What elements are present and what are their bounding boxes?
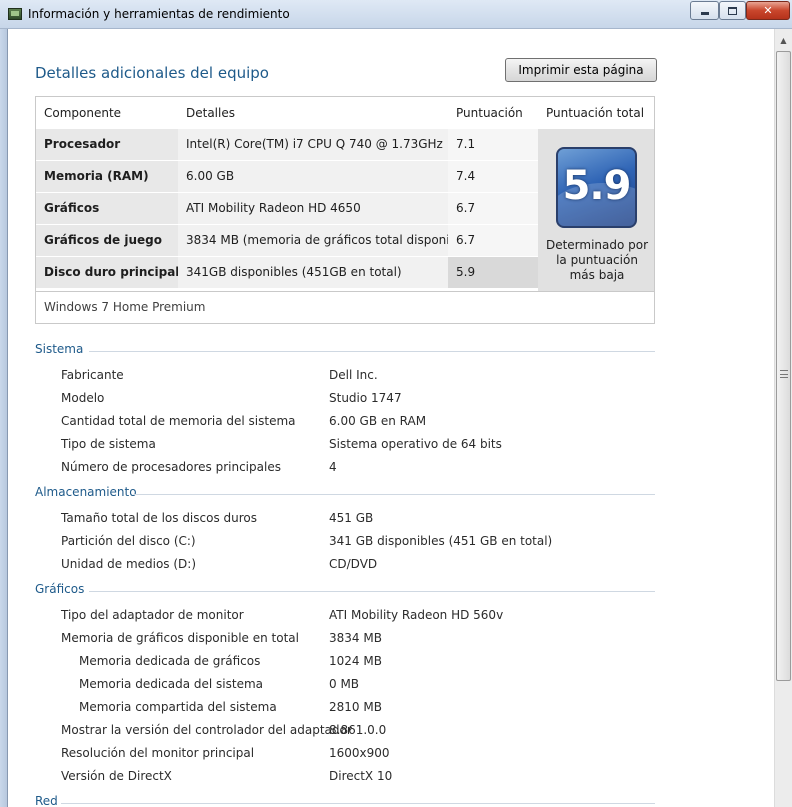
- prop-label: Unidad de medios (D:): [61, 557, 197, 571]
- close-icon: ✕: [763, 4, 773, 17]
- prop-value: Sistema operativo de 64 bits: [329, 437, 502, 451]
- prop-label: Tipo de sistema: [61, 437, 156, 451]
- prop-label-sub: Memoria dedicada de gráficos: [79, 654, 261, 668]
- maximize-button[interactable]: [719, 1, 746, 20]
- section-title-graficos: Gráficos: [35, 582, 85, 596]
- row-component: Gráficos: [44, 201, 100, 215]
- row-details: Intel(R) Core(TM) i7 CPU Q 740 @ 1.73GHz: [186, 137, 443, 151]
- row-component: Memoria (RAM): [44, 169, 149, 183]
- print-page-button[interactable]: Imprimir esta página: [505, 58, 657, 82]
- prop-label: Memoria de gráficos disponible en total: [61, 631, 299, 645]
- header-component: Componente: [44, 106, 122, 120]
- prop-label: Modelo: [61, 391, 105, 405]
- prop-label: Partición del disco (C:): [61, 534, 196, 548]
- base-score-panel: 5.9 Determinado por la puntuación más ba…: [538, 129, 654, 291]
- prop-value: 6.00 GB en RAM: [329, 414, 427, 428]
- header-score: Puntuación: [456, 106, 523, 120]
- windows-edition: Windows 7 Home Premium: [36, 291, 654, 323]
- section-title-sistema: Sistema: [35, 342, 84, 356]
- window-title: Información y herramientas de rendimient…: [28, 7, 290, 21]
- row-score-lowest: 5.9: [456, 265, 476, 279]
- section-divider: [134, 494, 655, 495]
- row-details: ATI Mobility Radeon HD 4650: [186, 201, 361, 215]
- prop-label: Mostrar la versión del controlador del a…: [61, 723, 352, 737]
- performance-app-icon: [8, 8, 22, 20]
- window-frame-left: [0, 29, 8, 807]
- base-score-note: Determinado por la puntuación más baja: [545, 238, 649, 282]
- prop-label: Resolución del monitor principal: [61, 746, 255, 760]
- prop-label-sub: Memoria dedicada del sistema: [79, 677, 264, 691]
- row-score: 6.7: [456, 201, 476, 215]
- prop-value: DirectX 10: [329, 769, 393, 783]
- row-details: 341GB disponibles (451GB en total): [186, 265, 402, 279]
- row-details: 3834 MB (memoria de gráficos total dispo…: [186, 233, 473, 247]
- minimize-button[interactable]: [690, 1, 719, 20]
- table-row: Gráficos de juego 3834 MB (memoria de gr…: [36, 225, 538, 257]
- row-component: Procesador: [44, 137, 121, 151]
- table-row: Disco duro principal 341GB disponibles (…: [36, 257, 538, 289]
- prop-value: 1024 MB: [329, 654, 382, 668]
- prop-label: Número de procesadores principales: [61, 460, 281, 474]
- prop-value: 2810 MB: [329, 700, 382, 714]
- prop-label: Versión de DirectX: [61, 769, 172, 783]
- prop-value: 3834 MB: [329, 631, 382, 645]
- table-row: Gráficos ATI Mobility Radeon HD 4650 6.7: [36, 193, 538, 225]
- row-score: 6.7: [456, 233, 476, 247]
- prop-value: 1600x900: [329, 746, 390, 760]
- maximize-icon: [728, 6, 737, 15]
- prop-value: ATI Mobility Radeon HD 560v: [329, 608, 504, 622]
- header-total-score: Puntuación total: [546, 106, 645, 120]
- title-bar[interactable]: Información y herramientas de rendimient…: [0, 0, 792, 29]
- prop-value: Dell Inc.: [329, 368, 378, 382]
- scroll-thumb[interactable]: [776, 51, 791, 681]
- row-details: 6.00 GB: [186, 169, 235, 183]
- content-area: Detalles adicionales del equipo Imprimir…: [9, 29, 774, 807]
- vertical-scrollbar[interactable]: ▲: [774, 29, 792, 807]
- prop-value: CD/DVD: [329, 557, 378, 571]
- grip-icon: [780, 370, 788, 378]
- section-title-red: Red: [35, 794, 58, 807]
- arrow-up-icon: ▲: [780, 35, 787, 45]
- prop-value: 451 GB: [329, 511, 374, 525]
- section-divider: [89, 351, 655, 352]
- section-divider: [61, 803, 655, 804]
- row-component: Gráficos de juego: [44, 233, 162, 247]
- page-title: Detalles adicionales del equipo: [35, 64, 269, 82]
- row-component: Disco duro principal: [44, 265, 180, 279]
- base-score-badge: 5.9: [556, 147, 637, 228]
- close-button[interactable]: ✕: [746, 1, 790, 20]
- section-title-almacenamiento: Almacenamiento: [35, 485, 137, 499]
- prop-value: 0 MB: [329, 677, 360, 691]
- prop-value: 4: [329, 460, 337, 474]
- prop-label: Fabricante: [61, 368, 124, 382]
- table-row: Procesador Intel(R) Core(TM) i7 CPU Q 74…: [36, 129, 538, 161]
- prop-value: 8.861.0.0: [329, 723, 387, 737]
- minimize-icon: [700, 12, 709, 15]
- prop-label: Tipo del adaptador de monitor: [61, 608, 244, 622]
- prop-label: Cantidad total de memoria del sistema: [61, 414, 296, 428]
- prop-value: 341 GB disponibles (451 GB en total): [329, 534, 553, 548]
- table-row: Memoria (RAM) 6.00 GB 7.4: [36, 161, 538, 193]
- row-score: 7.1: [456, 137, 476, 151]
- prop-label: Tamaño total de los discos duros: [61, 511, 258, 525]
- section-divider: [89, 591, 655, 592]
- header-details: Detalles: [186, 106, 235, 120]
- base-score-value: 5.9: [562, 163, 632, 209]
- row-score: 7.4: [456, 169, 476, 183]
- prop-value: Studio 1747: [329, 391, 402, 405]
- scroll-up-button[interactable]: ▲: [775, 32, 792, 48]
- score-table: Componente Detalles Puntuación Puntuació…: [35, 96, 655, 324]
- prop-label-sub: Memoria compartida del sistema: [79, 700, 277, 714]
